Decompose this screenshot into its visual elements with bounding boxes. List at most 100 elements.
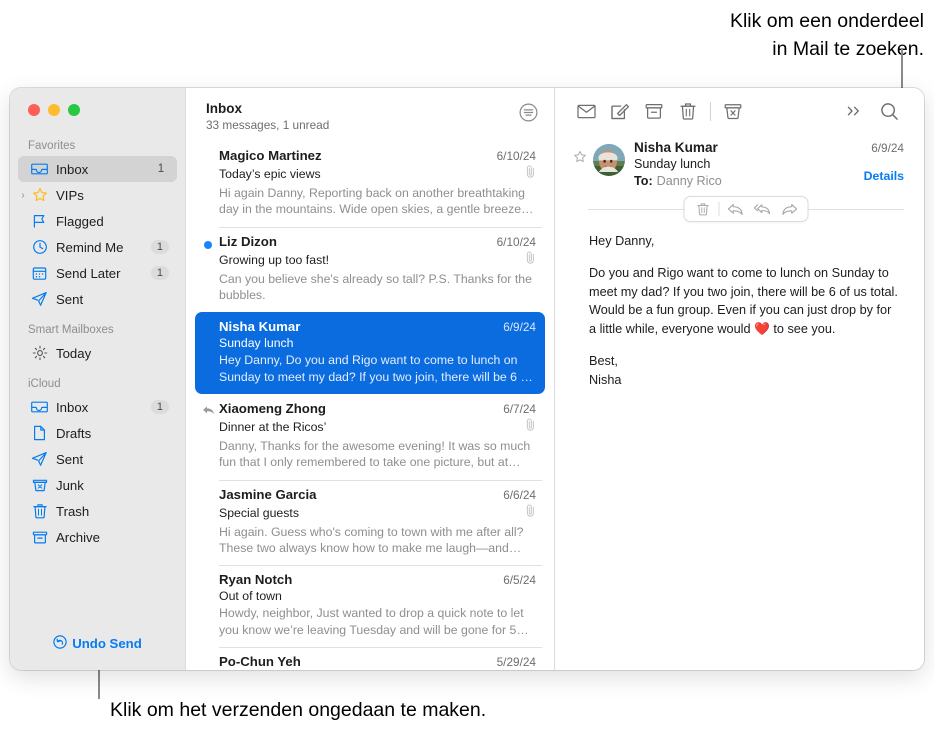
sidebar-item-inbox-favorites[interactable]: Inbox 1 — [18, 156, 177, 182]
message-line-subject: Today’s epic views — [219, 165, 536, 183]
sidebar-item-sent-icloud[interactable]: Sent — [18, 446, 177, 472]
sidebar-item-count: 1 — [157, 163, 165, 175]
sidebar-item-junk[interactable]: Junk — [18, 472, 177, 498]
sidebar-item-count: 1 — [150, 400, 169, 414]
sidebar-item-label: Archive — [56, 529, 100, 545]
reply-all-icon[interactable] — [749, 197, 776, 221]
email-to-value: Danny Rico — [656, 174, 722, 188]
trash-icon[interactable] — [690, 197, 717, 221]
message-sender: Magico Martinez — [219, 148, 322, 163]
message-sender: Ryan Notch — [219, 572, 293, 588]
gear-icon — [30, 345, 49, 362]
message-date: 6/6/24 — [503, 487, 536, 502]
sidebar-item-sent-favorites[interactable]: Sent — [18, 286, 177, 312]
message-subject: Special guests — [219, 505, 299, 520]
unread-dot-icon — [204, 240, 212, 249]
paper-plane-icon — [30, 291, 49, 308]
message-status-marker — [201, 323, 215, 337]
filter-sort-icon[interactable] — [519, 103, 538, 127]
undo-send-button[interactable]: Undo Send — [10, 635, 185, 670]
close-button[interactable] — [28, 104, 40, 116]
forward-icon[interactable] — [776, 197, 803, 221]
sidebar-item-label: Inbox — [56, 161, 89, 177]
window-controls — [10, 88, 185, 134]
email-header-divider-area — [588, 196, 904, 222]
sidebar-item-flagged[interactable]: Flagged — [18, 208, 177, 234]
message-row-xiaomeng-zhong[interactable]: Xiaomeng Zhong 6/7/24 Dinner at the Rico… — [195, 394, 545, 480]
flag-icon — [30, 213, 49, 230]
minimize-button[interactable] — [48, 104, 60, 116]
inbox-tray-icon — [30, 399, 49, 416]
trash-icon — [30, 503, 49, 520]
sidebar-section-icloud-title: iCloud — [28, 378, 61, 390]
junk-bin-icon — [30, 477, 49, 494]
email-hover-actions — [683, 196, 809, 222]
message-line-subject: Sunday lunch — [219, 336, 536, 350]
archive-box-icon — [30, 529, 49, 546]
message-list-header-text: Inbox 33 messages, 1 unread — [206, 101, 519, 132]
sidebar-section-smart-mailboxes: Today — [10, 340, 185, 366]
sidebar-item-label: Inbox — [56, 399, 89, 415]
sidebar-item-inbox-icloud[interactable]: Inbox 1 — [18, 394, 177, 420]
message-row-magico-martinez[interactable]: Magico Martinez 6/10/24 Today’s epic vie… — [195, 141, 545, 227]
calendar-icon — [30, 265, 49, 282]
email-details-link[interactable]: Details — [864, 169, 904, 183]
sidebar-item-drafts[interactable]: Drafts — [18, 420, 177, 446]
message-status-marker — [201, 405, 215, 419]
archive-icon[interactable] — [637, 97, 671, 125]
sidebar-item-today[interactable]: Today — [18, 340, 177, 366]
email-body-paragraph: Hey Danny, — [589, 234, 655, 248]
search-icon[interactable] — [872, 97, 906, 125]
more-chevrons-icon[interactable] — [838, 97, 872, 125]
message-line-sender: Jasmine Garcia 6/6/24 — [219, 487, 536, 502]
attachment-paperclip-icon — [525, 251, 536, 269]
avatar — [593, 144, 625, 176]
sidebar-item-vips[interactable]: › VIPs — [18, 182, 177, 208]
compose-icon[interactable] — [603, 97, 637, 125]
chevron-right-icon[interactable]: › — [17, 190, 29, 201]
message-line-sender: Ryan Notch 6/5/24 — [219, 572, 536, 587]
attachment-paperclip-icon — [525, 418, 536, 436]
message-row-ryan-notch[interactable]: Ryan Notch 6/5/24 Out of town Howdy, nei… — [195, 565, 545, 647]
zoom-button[interactable] — [68, 104, 80, 116]
message-preview: Howdy, neighbor, Just wanted to drop a q… — [219, 606, 524, 637]
junk-icon[interactable] — [716, 97, 750, 125]
delete-icon[interactable] — [671, 97, 705, 125]
replied-arrow-icon — [202, 403, 215, 421]
sidebar-item-count: 1 — [150, 266, 169, 280]
message-preview: Danny, Thanks for the awesome evening! I… — [219, 439, 531, 470]
sidebar-item-label: Sent — [56, 451, 84, 467]
sidebar-item-label: Trash — [56, 503, 90, 519]
sidebar-item-trash[interactable]: Trash — [18, 498, 177, 524]
message-row-jasmine-garcia[interactable]: Jasmine Garcia 6/6/24 Special guests Hi … — [195, 479, 545, 566]
reply-icon[interactable] — [722, 197, 749, 221]
sidebar-item-archive[interactable]: Archive — [18, 524, 177, 550]
sidebar-item-send-later[interactable]: Send Later 1 — [18, 260, 177, 286]
email-signature: Best, Nisha — [589, 353, 622, 387]
sidebar-item-label: Today — [56, 345, 92, 361]
message-rows: Magico Martinez 6/10/24 Today’s epic vie… — [186, 141, 554, 670]
email-header-main: Nisha Kumar Sunday lunch To: Danny Rico — [634, 140, 864, 188]
email-recipient-row: To: Danny Rico — [634, 174, 864, 188]
message-line-sender: Po-Chun Yeh 5/29/24 — [219, 654, 536, 669]
message-preview: Hey Danny, Do you and Rigo want to come … — [219, 353, 531, 384]
message-line-sender: Xiaomeng Zhong 6/7/24 — [219, 401, 536, 416]
message-date: 6/5/24 — [503, 573, 536, 588]
sidebar-item-label: Flagged — [56, 213, 104, 229]
mark-unread-icon[interactable] — [569, 97, 603, 125]
inbox-tray-icon — [30, 161, 49, 178]
message-row-po-chun-yeh[interactable]: Po-Chun Yeh 5/29/24 Lunch call? Think yo… — [195, 647, 545, 670]
email-sender-name: Nisha Kumar — [634, 140, 718, 155]
message-line-subject: Dinner at the Ricos’ — [219, 418, 536, 436]
sidebar-section-favorites: Inbox 1 › VIPs Flagged Remind Me 1 Send … — [10, 156, 185, 312]
message-row-nisha-kumar[interactable]: Nisha Kumar 6/9/24 Sunday lunch Hey Dann… — [195, 312, 545, 395]
callout-leader-line-top — [901, 48, 903, 90]
message-preview: Can you believe she's already so tall? P… — [219, 271, 532, 303]
attachment-paperclip-icon — [525, 504, 536, 522]
flag-star-button[interactable] — [569, 140, 591, 188]
message-row-liz-dizon[interactable]: Liz Dizon 6/10/24 Growing up too fast! C… — [195, 226, 545, 313]
email-subject: Sunday lunch — [634, 157, 711, 171]
message-subject: Dinner at the Ricos’ — [219, 420, 327, 435]
sidebar-item-remind-me[interactable]: Remind Me 1 — [18, 234, 177, 260]
callout-search-annotation: Klik om een onderdeel in Mail te zoeken. — [729, 10, 924, 60]
